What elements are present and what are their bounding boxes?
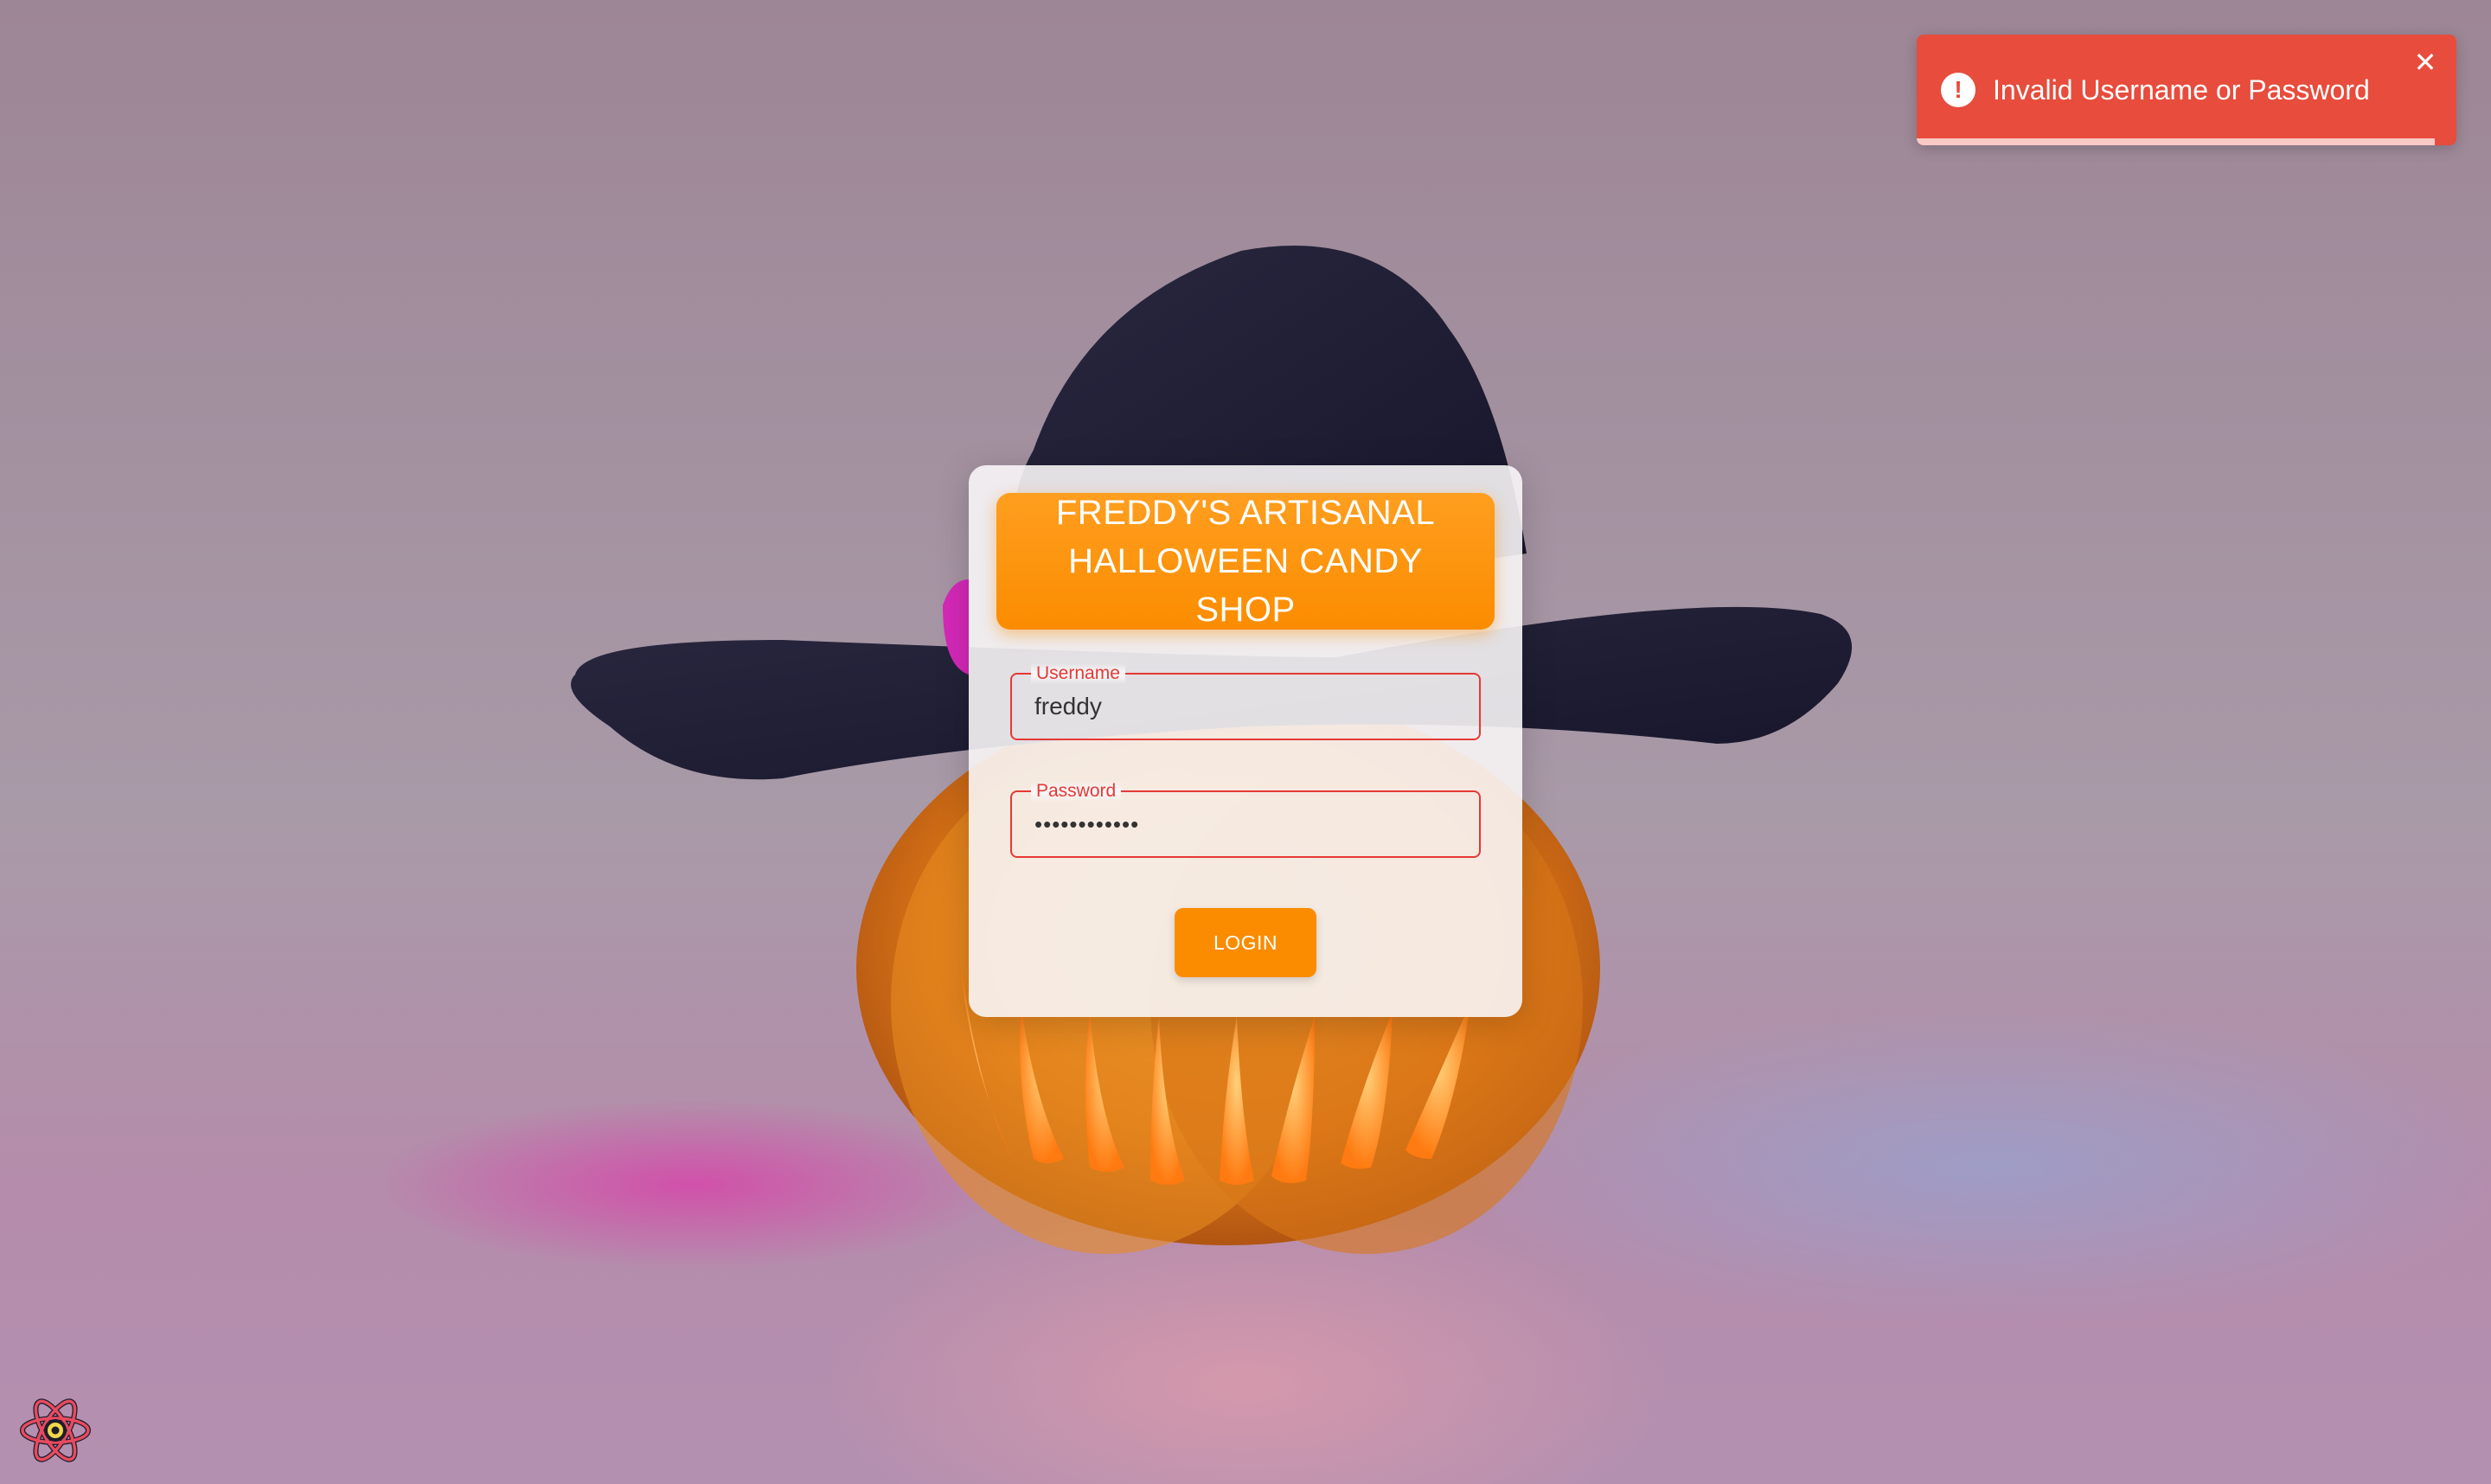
exclamation-icon: ! [1941,73,1976,107]
login-button[interactable]: LOGIN [1175,908,1316,977]
toast-message: Invalid Username or Password [1993,74,2370,106]
card-header: FREDDY'S ARTISANAL HALLOWEEN CANDY SHOP [996,493,1495,630]
error-toast[interactable]: ! Invalid Username or Password ✕ [1917,35,2456,145]
page-title: FREDDY'S ARTISANAL HALLOWEEN CANDY SHOP [1055,494,1436,629]
login-card: FREDDY'S ARTISANAL HALLOWEEN CANDY SHOP … [969,465,1522,1017]
toast-progress-bar [1917,138,2436,145]
username-field[interactable]: Username [1010,663,1481,740]
password-input[interactable] [1012,792,1479,856]
username-input[interactable] [1012,675,1479,739]
react-devtools-icon[interactable] [17,1392,93,1468]
close-icon[interactable]: ✕ [2410,47,2441,78]
password-field[interactable]: Password [1010,781,1481,858]
